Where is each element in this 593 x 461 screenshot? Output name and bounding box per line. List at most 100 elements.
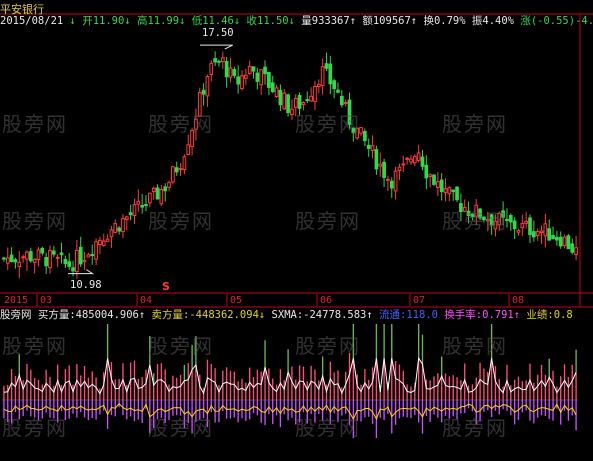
candle-body: [505, 218, 509, 221]
candle-body: [485, 219, 490, 222]
candle-body: [217, 60, 221, 63]
candle-body: [263, 66, 267, 75]
candle-body: [351, 127, 356, 134]
volume-label: 量933367: [301, 15, 350, 27]
buy-volume-line: [3, 356, 577, 395]
sell-volume-line: [3, 402, 577, 421]
candle-body: [528, 217, 532, 236]
candle-body: [178, 168, 183, 171]
candle-body: [155, 187, 160, 200]
candle-body: [71, 267, 75, 272]
performance-label: 业绩:0.8: [526, 309, 573, 321]
candle-body: [389, 180, 394, 189]
open-label: 开11.90: [82, 15, 125, 27]
candle-body: [213, 58, 217, 63]
candle-body: [512, 220, 517, 230]
candle-body: [251, 66, 256, 72]
candle-body: [363, 131, 367, 142]
candle-body: [197, 92, 202, 117]
candle-body: [562, 236, 567, 246]
candle-body: [451, 189, 456, 192]
candle-body: [128, 212, 133, 216]
candle-body: [67, 261, 72, 267]
candle-body: [205, 76, 210, 97]
candle-body: [555, 236, 559, 241]
candle-body: [98, 239, 102, 246]
candle-body: [301, 102, 306, 106]
candle-body: [474, 204, 479, 217]
candle-body: [209, 62, 214, 75]
candle-body: [286, 94, 290, 114]
candle-body: [309, 95, 313, 102]
candle-body: [386, 178, 390, 181]
candle-body: [159, 188, 164, 205]
candle-body: [574, 247, 578, 256]
candle-body: [539, 230, 544, 234]
candle-body: [409, 158, 413, 163]
candle-body: [524, 220, 529, 224]
time-axis-label: 03: [40, 295, 53, 306]
candle-body: [2, 257, 6, 260]
candle-body: [21, 256, 25, 259]
candle-body: [243, 74, 248, 79]
candle-body: [416, 152, 421, 161]
high-marker-label: 17.50: [202, 27, 234, 39]
indicator-name: 股旁网: [0, 309, 32, 321]
candle-body: [355, 127, 360, 139]
candle-body: [543, 223, 548, 237]
chart-canvas: [0, 13, 593, 439]
sell-volume-label: 卖方量:-448362.094: [151, 309, 259, 321]
candle-body: [274, 87, 279, 97]
candle-body: [459, 203, 463, 213]
candle-body: [51, 250, 56, 255]
candle-body: [32, 258, 37, 263]
date-label: 2015/08/21: [0, 15, 64, 27]
candle-body: [63, 259, 68, 265]
candle-body: [447, 187, 452, 195]
time-axis-label: 08: [512, 295, 525, 306]
candle-body: [501, 210, 505, 218]
candle-body: [320, 66, 325, 86]
candle-body: [478, 208, 482, 219]
ohlc-header: 2015/08/21 ↓ 开11.90↓ 高11.99↓ 低11.46↓ 收11…: [0, 14, 593, 28]
candle-body: [90, 253, 95, 256]
candle-body: [397, 166, 402, 171]
close-label: 收11.50: [246, 15, 289, 27]
candle-body: [316, 84, 321, 88]
candle-body: [174, 167, 179, 173]
candle-body: [224, 61, 229, 78]
candle-body: [17, 261, 22, 267]
candle-body: [147, 192, 152, 204]
candle-body: [5, 257, 10, 264]
amount-label: 额109567: [362, 15, 411, 27]
candle-body: [359, 127, 363, 134]
candle-body: [132, 204, 137, 217]
candle-body: [343, 101, 348, 104]
candle-body: [401, 163, 406, 166]
candle-body: [382, 161, 386, 178]
candle-body: [101, 240, 106, 247]
candle-body: [240, 75, 244, 90]
candle-body: [267, 71, 271, 88]
candle-body: [40, 247, 45, 254]
candle-body: [466, 210, 471, 216]
candle-body: [558, 236, 563, 247]
candle-body: [228, 67, 233, 78]
candle-body: [493, 220, 498, 230]
time-axis-label: 06: [320, 295, 333, 306]
candle-body: [520, 222, 525, 229]
candle-body: [570, 243, 575, 253]
candle-body: [374, 149, 379, 170]
liutong-label: 流通:118.0: [379, 309, 438, 321]
candle-body: [328, 63, 333, 85]
candle-body: [455, 186, 459, 201]
candle-body: [516, 229, 521, 233]
candle-body: [171, 166, 175, 183]
candle-body: [190, 130, 194, 147]
candle-body: [121, 218, 125, 233]
candle-body: [278, 89, 283, 106]
candle-body: [347, 99, 352, 125]
candle-body: [151, 187, 156, 193]
candle-body: [44, 256, 49, 267]
candle-body: [393, 170, 398, 192]
